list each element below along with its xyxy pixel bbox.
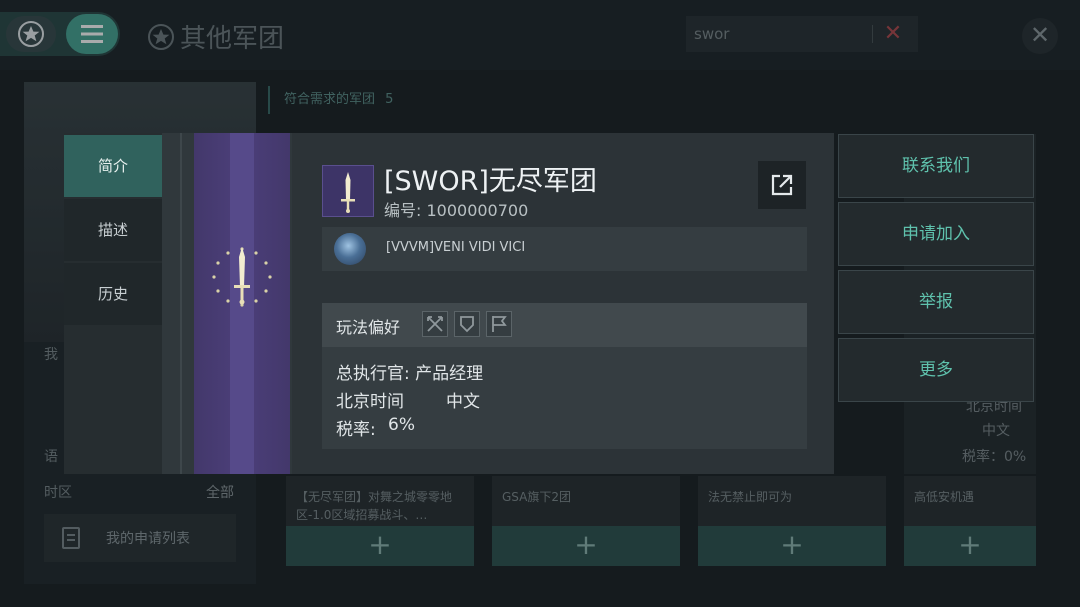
- corps-detail-modal: 简介 描述 历史 [SWOR]无尽军团 编号: 1000000700 [VVVM…: [64, 133, 834, 474]
- corps-name: [SWOR]无尽军团: [384, 166, 597, 197]
- share-button[interactable]: [758, 161, 806, 209]
- alliance-avatar: [334, 233, 366, 265]
- contact-us-button[interactable]: 联系我们: [838, 134, 1034, 198]
- external-link-icon: [771, 174, 793, 196]
- corps-banner-area: [162, 133, 292, 474]
- report-button[interactable]: 举报: [838, 270, 1034, 334]
- corps-details: 总执行官: 产品经理 北京时间 中文 税率: 6%: [322, 347, 807, 449]
- alliance-name: [VVVM]VENI VIDI VICI: [386, 240, 526, 255]
- play-preference-bar: 玩法偏好: [322, 303, 807, 347]
- sword-emblem-icon: [212, 247, 272, 307]
- language-value: 中文: [446, 392, 480, 412]
- tab-intro[interactable]: 简介: [64, 135, 162, 197]
- apply-join-button[interactable]: 申请加入: [838, 202, 1034, 266]
- shield-icon: [454, 311, 480, 337]
- play-preference-label: 玩法偏好: [336, 318, 401, 337]
- action-buttons: 联系我们 申请加入 举报 更多: [838, 134, 1034, 404]
- banner-rail: [180, 133, 182, 474]
- sword-emblem-icon: [341, 172, 355, 213]
- tax-value: 6%: [388, 415, 415, 435]
- corps-id: 编号: 1000000700: [384, 201, 529, 220]
- corps-info: [SWOR]无尽军团 编号: 1000000700 [VVVM]VENI VID…: [292, 133, 834, 474]
- tab-bar: 简介 描述 历史: [64, 133, 162, 474]
- timezone-label: 北京时间: [336, 392, 404, 412]
- corps-banner: [194, 133, 290, 474]
- corps-emblem: [322, 165, 374, 217]
- more-button[interactable]: 更多: [838, 338, 1034, 402]
- flag-icon: [486, 311, 512, 337]
- swords-icon: [422, 311, 448, 337]
- tab-description[interactable]: 描述: [64, 199, 162, 261]
- alliance-row[interactable]: [VVVM]VENI VIDI VICI: [322, 227, 807, 271]
- tab-history[interactable]: 历史: [64, 263, 162, 325]
- ceo-line: 总执行官: 产品经理: [336, 364, 484, 384]
- tax-label: 税率:: [336, 420, 376, 440]
